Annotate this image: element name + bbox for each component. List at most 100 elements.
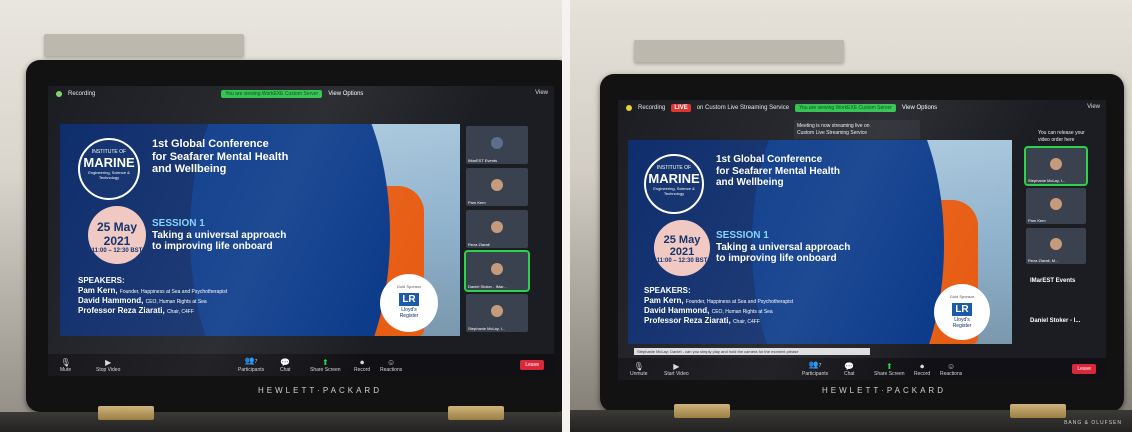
title-line3: and Wellbeing [152, 163, 227, 176]
photo-right: Recording LIVE on Custom Live Streaming … [570, 0, 1132, 432]
participant-tile[interactable]: Pam Kern [1026, 188, 1086, 224]
session-line1: Taking a universal approach [152, 229, 287, 241]
zoom-topbar: Recording You are viewing WorkEXE Custom… [48, 86, 554, 102]
chat-ticker[interactable]: Stephanie McLay: Daniel - can you simply… [634, 348, 870, 355]
logo-line3: Engineering, Science & Technology [88, 170, 130, 180]
share-screen-button[interactable]: ⬆ Share Screen [874, 362, 905, 377]
sponsor-label: Gold Sponsor [949, 294, 975, 299]
conference-title: 1st Global Conference for Seafarer Menta… [152, 138, 288, 176]
speakers-label: SPEAKERS: [644, 286, 691, 295]
release-line1: You can release your [1038, 130, 1085, 136]
session-block: SESSION 1 Taking a universal approach to… [716, 230, 850, 265]
recording-icon [56, 91, 62, 97]
reactions-label: Reactions [380, 367, 403, 373]
chat-icon: 💬 [280, 358, 291, 367]
laptop-lid: Recording LIVE on Custom Live Streaming … [600, 74, 1124, 412]
participant-tile[interactable]: Reza Ziarati, M... [1026, 228, 1086, 264]
speaker-name: Pam Kern, [78, 286, 118, 295]
recording-label: Recording [68, 91, 96, 97]
speaker-name: Professor Reza Ziarati, [78, 306, 165, 315]
start-video-button[interactable]: ▶ Start Video [664, 362, 689, 377]
date-time: 11:00 – 12:30 BST [656, 258, 708, 264]
participant-name: Pam Kern [1028, 218, 1046, 223]
view-options-button[interactable]: View Options [328, 91, 363, 97]
participant-tile-active[interactable]: Daniel Stoker - IMar... [464, 250, 530, 292]
zoom-toolbar: 🎙 Unmute ▶ Start Video 👥7 Participants 💬 Cha… [618, 358, 1106, 380]
streaming-label: on Custom Live Streaming Service [696, 105, 790, 111]
stop-video-button[interactable]: ▶ Stop Video [96, 358, 120, 373]
microphone-icon: 🎙 [633, 362, 644, 371]
zoom-window: Recording LIVE on Custom Live Streaming … [618, 100, 1106, 380]
participant-name: Daniel Stoker - IMar... [468, 284, 507, 289]
reactions-button[interactable]: ☺ Reactions [380, 358, 402, 373]
live-badge: LIVE [671, 104, 691, 112]
participant-name: Reza Ziarati [468, 242, 490, 247]
speaker-role: Chair, C4FF [732, 319, 760, 325]
logo-line3: Engineering, Science & Technology [653, 186, 695, 196]
imarest-logo: INSTITUTE OF MARINE Engineering, Science… [644, 154, 704, 214]
participant-name: Pam Kern [468, 200, 486, 205]
speaker-role: CEO, Human Rights at Sea [711, 309, 773, 315]
stop-video-label: Stop Video [96, 367, 121, 373]
title-line2: for Seafarer Mental Health [152, 150, 289, 163]
participants-count: 7 [254, 359, 258, 365]
shared-slide: INSTITUTE OF MARINE Engineering, Science… [60, 124, 460, 336]
view-button[interactable]: View [1087, 104, 1100, 110]
leave-button[interactable]: Leave [520, 360, 544, 370]
speaker-role: Founder, Happiness at Sea and Psychother… [685, 299, 794, 305]
lr-logo-icon: LR [952, 303, 972, 316]
viewing-banner: You are viewing WorkEXE Custom Server [795, 104, 896, 112]
participants-icon: 👥7 [808, 360, 822, 369]
record-icon: ⏺ [920, 362, 925, 371]
date-day: 25 May 2021 [663, 234, 701, 258]
chat-label: Chat [844, 371, 855, 377]
sponsor-label: Gold Sponsor [396, 284, 422, 289]
photo-left: Recording You are viewing WorkEXE Custom… [0, 0, 562, 432]
mute-button[interactable]: 🎙 Mute [60, 358, 71, 373]
participants-button[interactable]: 👥7 Participants [238, 356, 264, 373]
laptop-brand: HEWLETT·PACKARD [258, 386, 382, 395]
share-screen-icon: ⬆ [321, 358, 329, 367]
participants-button[interactable]: 👥7 Participants [802, 360, 828, 377]
sponsor-name2: Register [399, 313, 419, 319]
speaker-role: Founder, Happiness at Sea and Psychother… [119, 289, 228, 295]
share-screen-button[interactable]: ⬆ Share Screen [310, 358, 341, 373]
unmute-button[interactable]: 🎙 Unmute [630, 362, 648, 377]
chat-icon: 💬 [844, 362, 855, 371]
leave-button[interactable]: Leave [1072, 364, 1096, 374]
reactions-icon: ☺ [947, 362, 956, 371]
title-line3: and Wellbeing [716, 177, 784, 188]
chat-label: Chat [280, 367, 291, 373]
record-button[interactable]: ⏺ Record [354, 358, 370, 373]
release-line2: video order here [1038, 136, 1075, 143]
record-label: Record [914, 371, 931, 377]
chat-button[interactable]: 💬 Chat [844, 362, 855, 377]
view-options-button[interactable]: View Options [902, 105, 937, 111]
participant-name-only[interactable]: Daniel Stoker - I... [1030, 318, 1080, 324]
record-button[interactable]: ⏺ Record [914, 362, 930, 377]
participant-tile[interactable]: Reza Ziarati [466, 210, 528, 248]
view-button[interactable]: View [535, 90, 548, 96]
participant-tile[interactable]: Stephanie McLay, I... [466, 294, 528, 332]
record-icon: ⏺ [360, 358, 365, 367]
speakers-list: SPEAKERS: Pam Kern, Founder, Happiness a… [78, 276, 227, 316]
session-label: SESSION 1 [152, 218, 205, 229]
date-day: 25 May 2021 [96, 220, 138, 248]
participants-icon: 👥7 [244, 356, 258, 365]
share-screen-label: Share Screen [310, 367, 341, 373]
recording-icon [626, 105, 632, 111]
participants-label: Participants [802, 371, 829, 377]
participant-name-only[interactable]: IMarEST Events [1030, 278, 1075, 284]
record-label: Record [354, 367, 371, 373]
lloyds-register-sponsor: Gold Sponsor LR Lloyd's Register [380, 274, 438, 332]
reactions-button[interactable]: ☺ Reactions [940, 362, 962, 377]
zoom-toolbar: 🎙 Mute ▶ Stop Video 👥7 Participants 💬 Chat ⬆… [48, 354, 554, 376]
participant-tile[interactable]: IMarEST Events [466, 126, 528, 164]
participant-tile[interactable]: Pam Kern [466, 168, 528, 206]
reactions-icon: ☺ [387, 358, 396, 367]
reactions-label: Reactions [940, 371, 963, 377]
chat-button[interactable]: 💬 Chat [280, 358, 291, 373]
notice-line2: Custom Live Streaming Service [797, 129, 868, 136]
session-line2: to improving life onboard [152, 241, 273, 252]
participant-tile-active[interactable]: Stephanie McLay, I... [1024, 146, 1088, 186]
